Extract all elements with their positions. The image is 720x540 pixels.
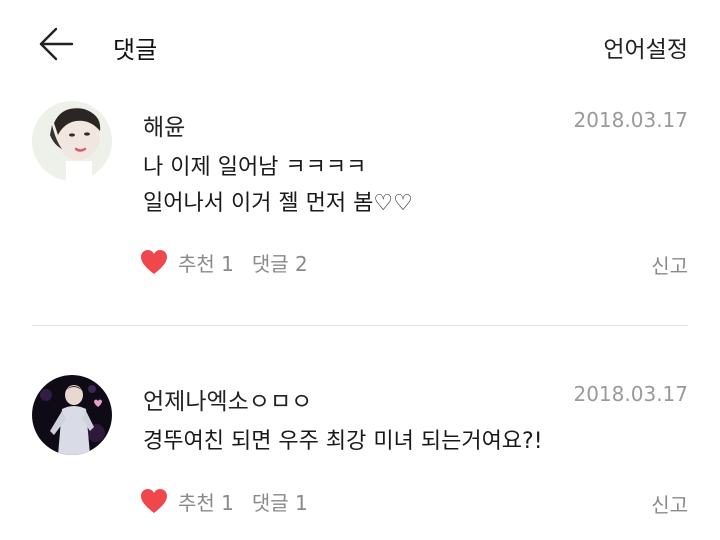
arrow-left-icon (39, 27, 74, 61)
language-settings-button[interactable]: 언어설정 (603, 30, 688, 64)
back-button[interactable] (36, 26, 76, 62)
comment-actions: 추천 1 댓글 1 (140, 486, 308, 516)
page-title: 댓글 (113, 36, 158, 64)
heart-icon[interactable] (140, 488, 168, 514)
reply-button[interactable]: 댓글 1 (252, 487, 308, 516)
like-count[interactable]: 추천 1 (178, 248, 234, 277)
like-count[interactable]: 추천 1 (178, 487, 234, 516)
comment-date: 2018.03.17 (573, 382, 688, 406)
comment-date: 2018.03.17 (573, 108, 688, 132)
divider (32, 325, 688, 326)
comment-author: 언제나엑소ㅇㅁㅇ (143, 389, 313, 415)
comment-item: 언제나엑소ㅇㅁㅇ 2018.03.17 경뚜여친 되면 우주 최강 미녀 되는거… (0, 368, 720, 540)
report-button[interactable]: 신고 (651, 489, 688, 518)
comment-author: 해윤 (143, 115, 186, 141)
comment-text-line: 나 이제 일어남 ㅋㅋㅋㅋ (143, 155, 367, 180)
comment-text-line: 일어나서 이거 젤 먼저 봄♡♡ (143, 191, 413, 216)
comment-text: 경뚜여친 되면 우주 최강 미녀 되는거여요?! (143, 424, 543, 460)
report-button[interactable]: 신고 (651, 250, 688, 279)
comment-actions: 추천 1 댓글 2 (140, 247, 308, 277)
heart-icon[interactable] (140, 249, 168, 275)
avatar[interactable] (32, 375, 112, 455)
comment-item: 해윤 2018.03.17 나 이제 일어남 ㅋㅋㅋㅋ 일어나서 이거 젤 먼저… (0, 92, 720, 324)
comment-text: 나 이제 일어남 ㅋㅋㅋㅋ 일어나서 이거 젤 먼저 봄♡♡ (143, 150, 413, 222)
comment-text-line: 경뚜여친 되면 우주 최강 미녀 되는거여요?! (143, 429, 543, 454)
reply-button[interactable]: 댓글 2 (252, 248, 308, 277)
app-header: 댓글 언어설정 (0, 0, 720, 90)
avatar[interactable] (32, 101, 112, 181)
